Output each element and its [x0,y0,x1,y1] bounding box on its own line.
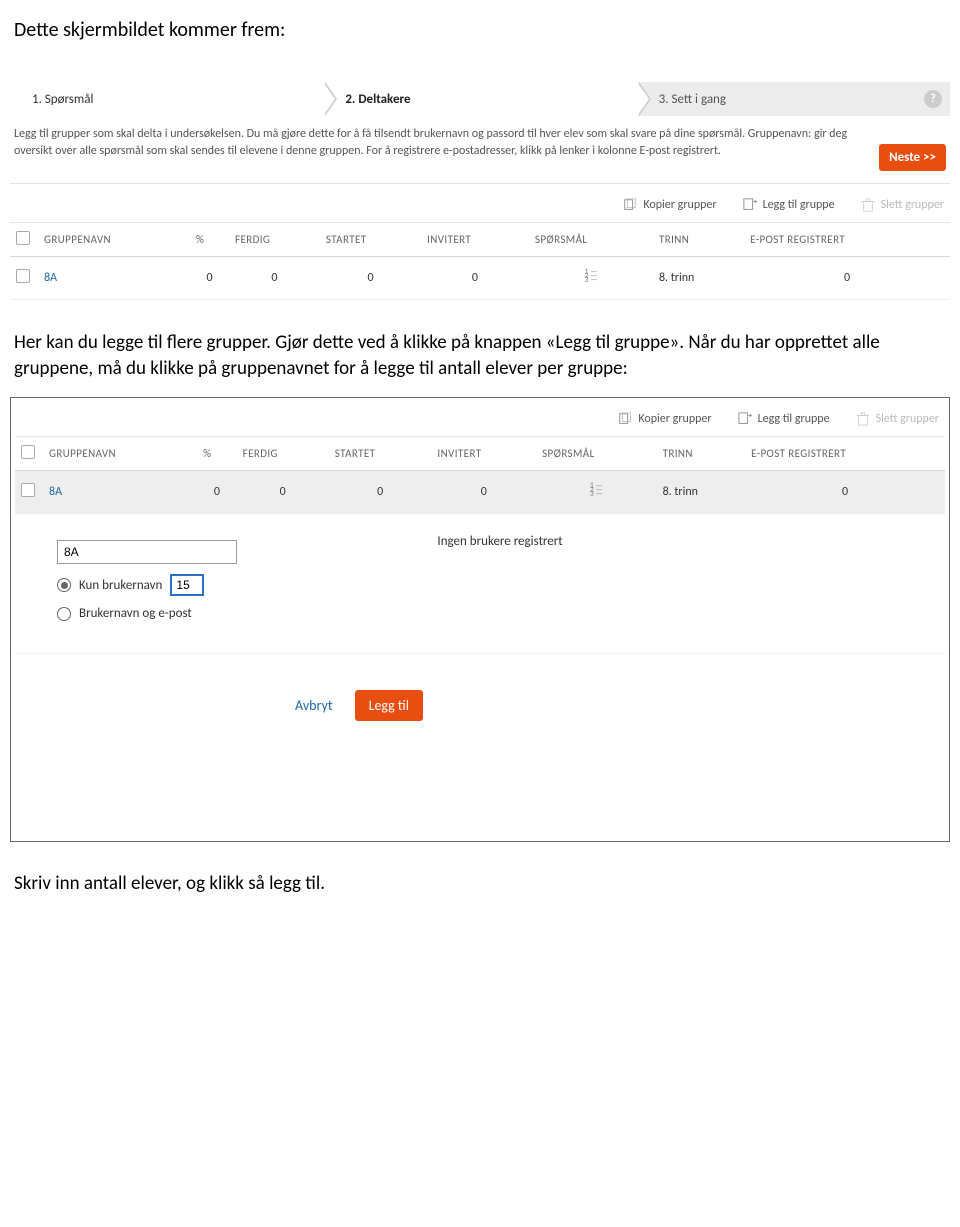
col-pct: % [190,223,229,257]
radio-username-only[interactable] [57,578,71,592]
copy-groups-label-2: Kopier grupper [638,412,711,426]
list-icon: 1 —2 —3 — [584,270,597,282]
instruction-text: Legg til grupper som skal delta i unders… [14,126,879,161]
add-group-button[interactable]: Legg til gruppe [743,198,835,212]
table-row[interactable]: 8A 0 0 0 0 1 —2 —3 — 8. trinn 0 [10,257,950,300]
col-started: STARTET [320,223,421,257]
col-done-2: FERDIG [237,437,329,471]
select-all-checkbox[interactable] [16,231,30,245]
cell-invited: 0 [421,257,529,300]
col-name: GRUPPENAVN [38,223,190,257]
copy-groups-button[interactable]: Kopier grupper [623,198,716,212]
add-group-button-2[interactable]: Legg til gruppe [738,412,830,426]
step-3-label: 3. Sett i gang [659,92,726,107]
groups-table: GRUPPENAVN % FERDIG STARTET INVITERT SPØ… [10,222,950,300]
delete-groups-label: Slett grupper [881,198,944,212]
col-questions-2: SPØRSMÅL [536,437,656,471]
cell-done-2: 0 [237,471,329,514]
group-actions: Kopier grupper Legg til gruppe Slett gru… [10,184,950,222]
col-name-2: GRUPPENAVN [43,437,197,471]
cell-done: 0 [229,257,320,300]
cell-started-2: 0 [329,471,432,514]
delete-groups-button-2[interactable]: Slett grupper [856,412,939,426]
cell-email: 0 [744,257,950,300]
row-checkbox-2[interactable] [21,483,35,497]
add-group-label-2: Legg til gruppe [758,412,830,426]
select-all-checkbox-2[interactable] [21,445,35,459]
trash-icon [856,412,870,426]
step-tabs: 1. Spørsmål 2. Deltakere 3. Sett i gang … [10,82,950,116]
delete-groups-button[interactable]: Slett grupper [861,198,944,212]
step-1-label: 1. Spørsmål [32,92,93,107]
trash-icon [861,198,875,212]
cell-email-2: 0 [745,471,945,514]
next-button[interactable]: Neste >> [879,144,946,171]
radio-username-only-label: Kun brukernavn [79,578,162,593]
step-3[interactable]: 3. Sett i gang [637,82,950,116]
radio-username-email[interactable] [57,607,71,621]
radio-username-email-label: Brukernavn og e-post [79,606,192,621]
cell-pct-2: 0 [197,471,237,514]
col-email-2: E-POST REGISTRERT [745,437,945,471]
cell-pct: 0 [190,257,229,300]
col-pct-2: % [197,437,237,471]
col-grade: TRINN [653,223,744,257]
cell-questions[interactable]: 1 —2 —3 — [529,257,653,300]
group-name-input[interactable] [57,540,237,564]
col-invited: INVITERT [421,223,529,257]
edit-row: Kun brukernavn Brukernavn og e-post Inge… [15,514,945,654]
user-count-input[interactable] [170,574,204,596]
edit-button-row: Avbryt Legg til [295,690,945,721]
help-icon[interactable]: ? [924,90,942,108]
group-name-link[interactable]: 8A [44,271,57,285]
cell-started: 0 [320,257,421,300]
group-name-link-2[interactable]: 8A [49,485,62,499]
groups-table-2: GRUPPENAVN % FERDIG STARTET INVITERT SPØ… [15,436,945,654]
col-grade-2: TRINN [657,437,746,471]
copy-icon [623,198,637,212]
cell-grade-2: 8. trinn [657,471,746,514]
cell-questions-2[interactable]: 1 —2 —3 — [536,471,656,514]
add-icon [738,412,752,426]
screenshot-1: 1. Spørsmål 2. Deltakere 3. Sett i gang … [10,82,950,300]
add-icon [743,198,757,212]
col-email: E-POST REGISTRERT [744,223,950,257]
screenshot-2: Kopier grupper Legg til gruppe Slett gru… [10,397,950,842]
mid-paragraph: Her kan du legge til flere grupper. Gjør… [14,330,946,381]
copy-groups-button-2[interactable]: Kopier grupper [618,412,711,426]
col-invited-2: INVITERT [431,437,536,471]
col-done: FERDIG [229,223,320,257]
cell-grade: 8. trinn [653,257,744,300]
delete-groups-label-2: Slett grupper [876,412,939,426]
add-button[interactable]: Legg til [355,690,423,721]
col-questions: SPØRSMÅL [529,223,653,257]
cell-invited-2: 0 [431,471,536,514]
table-row-selected[interactable]: 8A 0 0 0 0 1 —2 —3 — 8. trinn 0 [15,471,945,514]
copy-groups-label: Kopier grupper [643,198,716,212]
copy-icon [618,412,632,426]
add-group-label: Legg til gruppe [763,198,835,212]
col-started-2: STARTET [329,437,432,471]
outro-paragraph: Skriv inn antall elever, og klikk så leg… [14,872,946,895]
cancel-link[interactable]: Avbryt [295,697,333,714]
page-intro-heading: Dette skjermbildet kommer frem: [14,18,950,42]
step-1[interactable]: 1. Spørsmål [10,82,323,116]
group-actions-2: Kopier grupper Legg til gruppe Slett gru… [15,398,945,436]
no-users-message: Ingen brukere registrert [437,534,939,549]
list-icon: 1 —2 —3 — [590,484,603,496]
step-2-label: 2. Deltakere [345,92,410,107]
step-2[interactable]: 2. Deltakere [323,82,636,116]
row-checkbox[interactable] [16,269,30,283]
